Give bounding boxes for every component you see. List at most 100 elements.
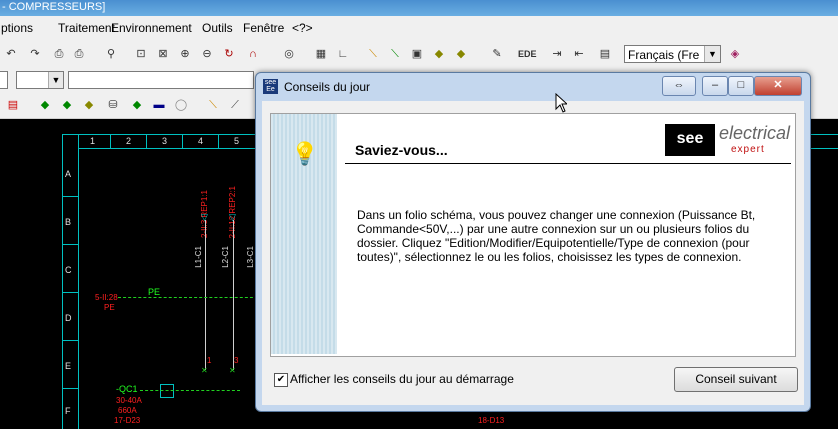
wire xyxy=(205,220,206,370)
tip-panel: 💡 Saviez-vous... see electrical expert D… xyxy=(270,113,796,357)
chevron-down-icon[interactable]: ▼ xyxy=(704,46,720,62)
menu-options[interactable]: ptions xyxy=(1,21,33,35)
print-icon[interactable]: ⎙ xyxy=(50,45,68,63)
zoom-in-icon[interactable]: ⊕ xyxy=(176,45,194,63)
pe-ref-label: 5-II:28 xyxy=(95,293,118,302)
lightbulb-icon: 💡 xyxy=(291,141,319,166)
menu-bar: ptions Traitement Environnement Outils F… xyxy=(0,16,838,40)
component-edit-icon[interactable]: ◆ xyxy=(80,96,98,114)
row-label: C xyxy=(65,265,72,275)
connect-multi-icon[interactable]: ⟋ xyxy=(226,96,244,114)
menu-environnement[interactable]: Environnement xyxy=(111,21,192,35)
wire xyxy=(233,220,234,370)
wire-icon[interactable]: ⟍ xyxy=(364,45,382,63)
frame-line xyxy=(218,134,219,148)
frame-line xyxy=(62,292,78,293)
row-label: D xyxy=(65,313,72,323)
logo-expert: expert xyxy=(731,144,765,155)
edit-icon[interactable]: ✎ xyxy=(488,45,506,63)
dictionary-icon[interactable]: ◈ xyxy=(726,45,744,63)
redo-icon[interactable]: ↷ xyxy=(26,45,44,63)
style-combo[interactable]: ▼ xyxy=(16,71,64,89)
main-toolbar: ↶ ↷ ⎙ ⎙ ⚲ ⊡ ⊠ ⊕ ⊖ ↻ ∩ ◎ ▦ ∟ ⟍ ⟍ ▣ ◆ ◆ ✎ … xyxy=(0,40,838,69)
ede-icon[interactable]: EDE xyxy=(518,45,537,63)
ortho-icon[interactable]: ∟ xyxy=(334,45,352,63)
app-title-bar: - COMPRESSEURS] xyxy=(0,0,838,16)
terminal-number: 1 xyxy=(207,356,212,365)
zoom-all-icon[interactable]: ⊠ xyxy=(154,45,172,63)
select-icon[interactable]: ▤ xyxy=(4,96,22,114)
language-select[interactable]: Français (Fre ▼ xyxy=(624,45,721,63)
maximize-button[interactable]: □ xyxy=(728,76,754,96)
next-tip-button[interactable]: Conseil suivant xyxy=(674,367,798,392)
column-label: 5 xyxy=(234,136,240,146)
symbol-icon[interactable]: ◆ xyxy=(430,45,448,63)
device-spec: 30-40A xyxy=(116,396,142,405)
sheet-icon[interactable]: ▣ xyxy=(408,45,426,63)
magnifier-icon[interactable]: ◎ xyxy=(280,45,298,63)
wire-label: L3-C1 xyxy=(246,246,255,268)
symbol-edit-icon[interactable]: ◆ xyxy=(452,45,470,63)
layer-combo[interactable] xyxy=(0,71,8,89)
show-tips-checkbox[interactable]: ✔ xyxy=(274,373,288,387)
comment-icon[interactable]: ◯ xyxy=(172,96,190,114)
find-icon[interactable]: ⚲ xyxy=(102,45,120,63)
component-add-icon[interactable]: ◆ xyxy=(58,96,76,114)
row-label: A xyxy=(65,169,72,179)
device-label: -QC1 xyxy=(116,384,138,394)
column-label: 2 xyxy=(126,136,132,146)
language-value: Français (Fre xyxy=(628,48,700,62)
menu-help[interactable]: <?> xyxy=(292,21,313,35)
menu-outils[interactable]: Outils xyxy=(202,21,233,35)
grid-icon[interactable]: ▦ xyxy=(312,45,330,63)
frame-line xyxy=(182,134,183,148)
contact-icon: ✕ xyxy=(201,366,208,375)
menu-traitement[interactable]: Traitement xyxy=(58,21,115,35)
app-icon: see Ee xyxy=(263,79,278,94)
frame-line xyxy=(62,388,78,389)
frame-line xyxy=(78,134,79,429)
row-label: E xyxy=(65,361,72,371)
logo-see: see xyxy=(665,124,715,156)
tip-of-the-day-dialog: see Ee Conseils du jour ⇔ – □ ✕ 💡 Saviez-… xyxy=(255,72,811,412)
database-icon[interactable]: ⛁ xyxy=(104,96,122,114)
breaker-icon xyxy=(160,384,174,398)
wire-multi-icon[interactable]: ⟍ xyxy=(386,45,404,63)
print-preview-icon[interactable]: ⎙ xyxy=(70,45,88,63)
frame-line xyxy=(62,134,63,429)
cable-icon[interactable]: ▬ xyxy=(150,96,168,114)
wire-label: L1-C1 xyxy=(194,246,203,268)
minimize-button[interactable]: – xyxy=(702,76,728,96)
show-tips-label[interactable]: Afficher les conseils du jour au démarra… xyxy=(290,372,514,386)
chevron-down-icon[interactable]: ▼ xyxy=(48,72,63,88)
dialog-title: Conseils du jour xyxy=(284,80,371,94)
connect-icon[interactable]: ⟍ xyxy=(204,96,222,114)
menu-fenetre[interactable]: Fenêtre xyxy=(243,21,284,35)
import-icon[interactable]: ⇤ xyxy=(570,45,588,63)
frame-line xyxy=(62,340,78,341)
redraw-icon[interactable]: ↻ xyxy=(220,45,238,63)
terminal-icon: ▽ xyxy=(201,212,208,222)
restore-arrows-icon[interactable]: ⇔ xyxy=(662,76,696,96)
row-label: F xyxy=(65,406,71,416)
close-button[interactable]: ✕ xyxy=(754,76,802,96)
pan-icon[interactable]: ∩ xyxy=(244,45,262,63)
zoom-out-icon[interactable]: ⊖ xyxy=(198,45,216,63)
pe-wire xyxy=(118,297,258,298)
tip-heading: Saviez-vous... xyxy=(355,142,448,158)
table-icon[interactable]: ▤ xyxy=(596,45,614,63)
contact-icon: ✕ xyxy=(229,366,236,375)
export-icon[interactable]: ⇥ xyxy=(548,45,566,63)
terminal-icon[interactable]: ◆ xyxy=(128,96,146,114)
zoom-window-icon[interactable]: ⊡ xyxy=(132,45,150,63)
undo-icon[interactable]: ↶ xyxy=(2,45,20,63)
column-label: 1 xyxy=(90,136,96,146)
logo-electrical: electrical xyxy=(719,123,791,143)
attribute-combo[interactable] xyxy=(68,71,254,89)
terminal-icon: ▽ xyxy=(229,212,236,222)
dialog-body: 💡 Saviez-vous... see electrical expert D… xyxy=(262,101,804,405)
divider xyxy=(345,163,791,164)
component-icon[interactable]: ◆ xyxy=(36,96,54,114)
frame-line xyxy=(62,196,78,197)
column-label: 4 xyxy=(198,136,204,146)
